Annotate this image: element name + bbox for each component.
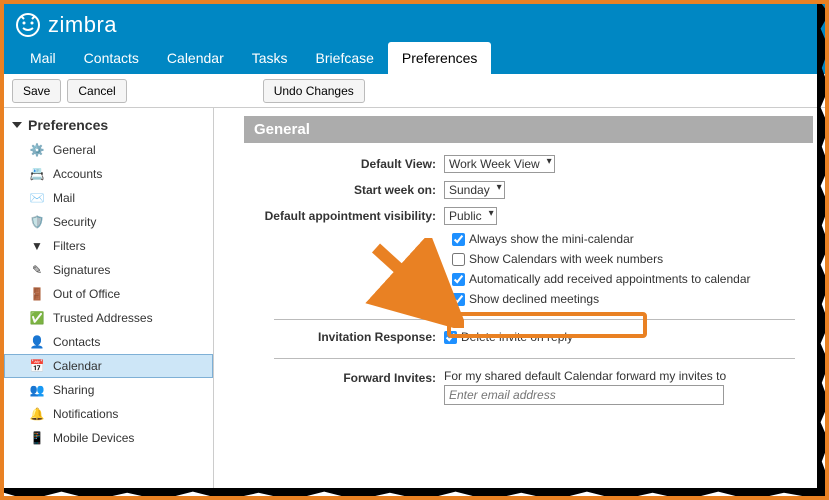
sidebar-item-label: Signatures: [53, 263, 110, 277]
section-title: General: [244, 116, 813, 143]
sidebar-item-label: Filters: [53, 239, 86, 253]
brand-text: zimbra: [48, 12, 117, 38]
accounts-icon: 📇: [29, 166, 45, 182]
mail-icon: ✉️: [29, 190, 45, 206]
filter-icon: ▼: [29, 238, 45, 254]
brand-logo: zimbra: [14, 11, 117, 39]
sidebar-item-contacts[interactable]: 👤 Contacts: [4, 330, 213, 354]
sidebar-item-outofoffice[interactable]: 🚪 Out of Office: [4, 282, 213, 306]
visibility-label: Default appointment visibility:: [244, 209, 444, 223]
mini-calendar-label: Always show the mini-calendar: [469, 232, 634, 246]
tab-contacts[interactable]: Contacts: [70, 42, 153, 74]
start-week-select[interactable]: Sunday: [444, 181, 505, 199]
cancel-button[interactable]: Cancel: [67, 79, 126, 103]
auto-add-checkbox[interactable]: [452, 273, 465, 286]
sidebar-title: Preferences: [28, 117, 108, 133]
contacts-icon: 👤: [29, 334, 45, 350]
undo-button[interactable]: Undo Changes: [263, 79, 365, 103]
main-tabs: Mail Contacts Calendar Tasks Briefcase P…: [4, 40, 825, 74]
tab-preferences[interactable]: Preferences: [388, 42, 491, 74]
invitation-response-label: Invitation Response:: [244, 330, 444, 344]
mini-calendar-checkbox[interactable]: [452, 233, 465, 246]
mobile-icon: 📱: [29, 430, 45, 446]
tab-tasks[interactable]: Tasks: [238, 42, 302, 74]
sidebar-item-general[interactable]: ⚙️ General: [4, 138, 213, 162]
sidebar-item-calendar[interactable]: 📅 Calendar: [4, 354, 213, 378]
tab-mail[interactable]: Mail: [16, 42, 70, 74]
sidebar-item-label: Sharing: [53, 383, 94, 397]
trusted-icon: ✅: [29, 310, 45, 326]
signature-icon: ✎: [29, 262, 45, 278]
calendar-icon: 📅: [29, 358, 45, 374]
shield-icon: 🛡️: [29, 214, 45, 230]
delete-invite-label: Delete invite on reply: [461, 330, 573, 344]
forward-email-input[interactable]: [444, 385, 724, 405]
divider: [274, 319, 795, 320]
chevron-down-icon: [12, 122, 22, 128]
preferences-sidebar: Preferences ⚙️ General 📇 Accounts ✉️ Mail 🛡…: [4, 108, 214, 496]
auto-add-label: Automatically add received appointments …: [469, 272, 751, 286]
sidebar-item-filters[interactable]: ▼ Filters: [4, 234, 213, 258]
sidebar-toggle[interactable]: Preferences: [4, 114, 213, 136]
tab-calendar[interactable]: Calendar: [153, 42, 238, 74]
door-icon: 🚪: [29, 286, 45, 302]
sidebar-item-label: Contacts: [53, 335, 100, 349]
zimbra-icon: [14, 11, 42, 39]
app-header: zimbra Mail Contacts Calendar Tasks Brie…: [4, 4, 825, 74]
sidebar-item-security[interactable]: 🛡️ Security: [4, 210, 213, 234]
week-numbers-checkbox[interactable]: [452, 253, 465, 266]
forward-invites-label: Forward Invites:: [244, 369, 444, 385]
sidebar-item-mobile[interactable]: 📱 Mobile Devices: [4, 426, 213, 450]
sidebar-item-sharing[interactable]: 👥 Sharing: [4, 378, 213, 402]
visibility-select[interactable]: Public: [444, 207, 497, 225]
sidebar-item-label: Trusted Addresses: [53, 311, 153, 325]
sharing-icon: 👥: [29, 382, 45, 398]
toolbar: Save Cancel Undo Changes: [4, 74, 825, 108]
sidebar-item-notifications[interactable]: 🔔 Notifications: [4, 402, 213, 426]
delete-invite-checkbox[interactable]: [444, 331, 457, 344]
default-view-select[interactable]: Work Week View: [444, 155, 555, 173]
save-button[interactable]: Save: [12, 79, 61, 103]
sidebar-item-signatures[interactable]: ✎ Signatures: [4, 258, 213, 282]
sidebar-item-accounts[interactable]: 📇 Accounts: [4, 162, 213, 186]
start-week-label: Start week on:: [244, 183, 444, 197]
forward-invites-text: For my shared default Calendar forward m…: [444, 369, 726, 383]
divider: [274, 358, 795, 359]
sidebar-item-label: Accounts: [53, 167, 102, 181]
gear-icon: ⚙️: [29, 142, 45, 158]
default-view-label: Default View:: [244, 157, 444, 171]
show-declined-label: Show declined meetings: [469, 292, 599, 306]
sidebar-item-mail[interactable]: ✉️ Mail: [4, 186, 213, 210]
bell-icon: 🔔: [29, 406, 45, 422]
sidebar-item-label: Security: [53, 215, 96, 229]
sidebar-item-label: Out of Office: [53, 287, 120, 301]
sidebar-item-label: Mobile Devices: [53, 431, 134, 445]
week-numbers-label: Show Calendars with week numbers: [469, 252, 663, 266]
sidebar-item-trusted[interactable]: ✅ Trusted Addresses: [4, 306, 213, 330]
sidebar-item-label: General: [53, 143, 96, 157]
content-pane: General Default View: Work Week View Sta…: [214, 108, 825, 496]
sidebar-item-label: Notifications: [53, 407, 118, 421]
sidebar-item-label: Calendar: [53, 359, 102, 373]
tab-briefcase[interactable]: Briefcase: [302, 42, 388, 74]
sidebar-item-label: Mail: [53, 191, 75, 205]
show-declined-checkbox[interactable]: [452, 293, 465, 306]
